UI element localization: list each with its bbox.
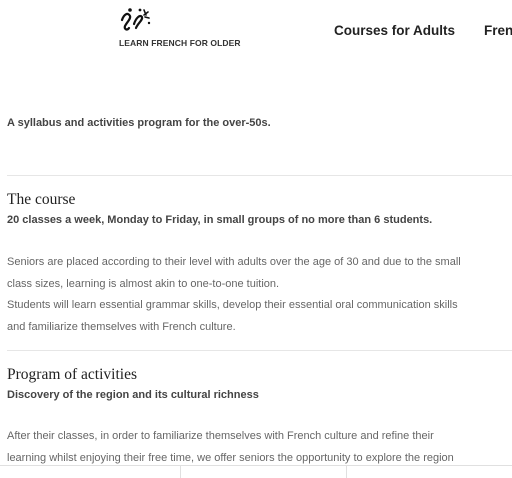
divider xyxy=(7,350,512,351)
intro-text: A syllabus and activities program for th… xyxy=(7,117,271,129)
paragraph-line: class sizes, learning is almost akin to … xyxy=(7,277,280,290)
nav-courses-for-adults[interactable]: Courses for Adults xyxy=(334,23,455,38)
main-nav: Courses for Adults French xyxy=(334,23,512,38)
section-title-course: The course xyxy=(7,191,76,208)
bottom-bar-divider xyxy=(346,466,347,478)
bottom-bar-divider xyxy=(180,466,181,478)
bottom-bar xyxy=(0,465,512,478)
site-header: LEARN FRENCH FOR OLDER Courses for Adult… xyxy=(0,0,512,62)
logo-text: LEARN FRENCH FOR OLDER xyxy=(119,38,241,48)
logo-mark-icon xyxy=(120,8,151,31)
course-description: Seniors are placed according to their le… xyxy=(7,252,507,338)
paragraph-line: and familiarize themselves with French c… xyxy=(7,320,236,333)
nav-french[interactable]: French xyxy=(484,23,512,38)
site-logo[interactable]: LEARN FRENCH FOR OLDER xyxy=(118,6,248,56)
paragraph-line: After their classes, in order to familia… xyxy=(7,430,434,442)
divider xyxy=(7,175,512,176)
activities-description: After their classes, in order to familia… xyxy=(7,426,507,469)
paragraph-line: Students will learn essential grammar sk… xyxy=(7,299,458,311)
paragraph-line: Seniors are placed according to their le… xyxy=(7,256,461,268)
section-title-activities: Program of activities xyxy=(7,366,137,383)
section-subtitle-activities: Discovery of the region and its cultural… xyxy=(7,389,259,401)
section-subtitle-course: 20 classes a week, Monday to Friday, in … xyxy=(7,214,433,226)
